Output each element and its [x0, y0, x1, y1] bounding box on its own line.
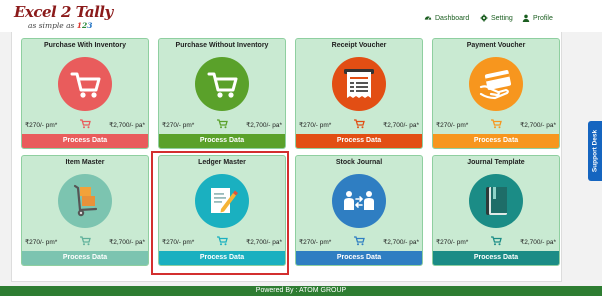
cart-icon: [58, 57, 112, 111]
card-title: Stock Journal: [335, 159, 383, 166]
price-annual: ₹2,700/- pa*: [246, 122, 282, 129]
price-annual: ₹2,700/- pa*: [520, 239, 556, 246]
price-monthly: ₹270/- pm*: [436, 239, 469, 246]
add-to-cart-icon[interactable]: [79, 236, 91, 246]
add-to-cart-icon[interactable]: [490, 119, 502, 129]
price-monthly: ₹270/- pm*: [299, 122, 332, 129]
card-title: Purchase With Inventory: [43, 42, 126, 49]
add-to-cart-icon[interactable]: [79, 119, 91, 129]
card-stock-journal: Stock Journal ₹270/- pm* ₹2,700/- pa* Pr…: [295, 155, 423, 266]
card-item-master: Item Master ₹270/- pm* ₹2,700/- pa* Proc…: [21, 155, 149, 266]
price-monthly: ₹270/- pm*: [436, 122, 469, 129]
card-purchase-with-inventory: Purchase With Inventory ₹270/- pm* ₹2,70…: [21, 38, 149, 149]
logo-main-text: Excel 2 Tally: [14, 3, 113, 21]
price-row: ₹270/- pm* ₹2,700/- pa*: [433, 236, 559, 248]
credit-card-icon: [469, 57, 523, 111]
process-data-button[interactable]: Process Data: [296, 251, 422, 265]
card-title: Journal Template: [467, 159, 525, 166]
price-annual: ₹2,700/- pa*: [109, 122, 145, 129]
footer: Powered By : ATOM GROUP: [0, 286, 602, 296]
excel2tally-logo[interactable]: Excel 2 Tally as simple as 123: [14, 3, 114, 31]
add-to-cart-icon[interactable]: [490, 236, 502, 246]
nav-dashboard-label: Dashboard: [435, 14, 470, 22]
logo-tagline: as simple as 123: [28, 21, 92, 30]
card-title: Purchase Without Inventory: [175, 42, 269, 49]
nav-setting[interactable]: Setting: [480, 12, 513, 24]
price-row: ₹270/- pm* ₹2,700/- pa*: [22, 236, 148, 248]
user-icon: [522, 14, 530, 22]
logo-tag-prefix: as simple as: [28, 21, 75, 30]
nav-dashboard[interactable]: Dashboard: [424, 12, 469, 24]
transfer-users-icon: [332, 174, 386, 228]
selection-highlight: [151, 151, 289, 275]
process-data-button[interactable]: Process Data: [296, 134, 422, 148]
price-monthly: ₹270/- pm*: [162, 122, 195, 129]
card-receipt-voucher: Receipt Voucher ₹270/- pm* ₹2,700/- pa* …: [295, 38, 423, 149]
nav-setting-label: Setting: [491, 14, 513, 22]
add-to-cart-icon[interactable]: [216, 119, 228, 129]
price-row: ₹270/- pm* ₹2,700/- pa*: [159, 119, 285, 131]
nav-profile-label: Profile: [533, 14, 553, 22]
support-desk-label: Support Desk: [591, 129, 599, 173]
price-row: ₹270/- pm* ₹2,700/- pa*: [296, 119, 422, 131]
hand-truck-icon: [58, 174, 112, 228]
price-monthly: ₹270/- pm*: [299, 239, 332, 246]
process-data-button[interactable]: Process Data: [433, 134, 559, 148]
top-bar: Excel 2 Tally as simple as 123 Dashboard…: [0, 0, 602, 32]
price-monthly: ₹270/- pm*: [25, 239, 58, 246]
gear-icon: [480, 14, 488, 22]
book-icon: [469, 174, 523, 228]
cart-icon: [195, 57, 249, 111]
price-annual: ₹2,700/- pa*: [520, 122, 556, 129]
process-data-button[interactable]: Process Data: [22, 134, 148, 148]
price-row: ₹270/- pm* ₹2,700/- pa*: [296, 236, 422, 248]
price-annual: ₹2,700/- pa*: [383, 122, 419, 129]
process-data-button[interactable]: Process Data: [159, 134, 285, 148]
price-annual: ₹2,700/- pa*: [109, 239, 145, 246]
price-annual: ₹2,700/- pa*: [383, 239, 419, 246]
support-desk-tab[interactable]: Support Desk: [588, 121, 602, 181]
dashboard-icon: [424, 16, 432, 20]
card-payment-voucher: Payment Voucher ₹270/- pm* ₹2,700/- pa* …: [432, 38, 560, 149]
process-data-button[interactable]: Process Data: [22, 251, 148, 265]
card-journal-template: Journal Template ₹270/- pm* ₹2,700/- pa*…: [432, 155, 560, 266]
process-data-button[interactable]: Process Data: [433, 251, 559, 265]
card-title: Payment Voucher: [466, 42, 526, 49]
price-monthly: ₹270/- pm*: [25, 122, 58, 129]
add-to-cart-icon[interactable]: [353, 236, 365, 246]
card-title: Receipt Voucher: [331, 42, 387, 49]
receipt-icon: [332, 57, 386, 111]
logo-tag-digit-3: 3: [87, 21, 93, 30]
card-title: Item Master: [65, 159, 105, 166]
price-row: ₹270/- pm* ₹2,700/- pa*: [22, 119, 148, 131]
add-to-cart-icon[interactable]: [353, 119, 365, 129]
card-purchase-without-inventory: Purchase Without Inventory ₹270/- pm* ₹2…: [158, 38, 286, 149]
price-row: ₹270/- pm* ₹2,700/- pa*: [433, 119, 559, 131]
nav-profile[interactable]: Profile: [522, 12, 553, 24]
